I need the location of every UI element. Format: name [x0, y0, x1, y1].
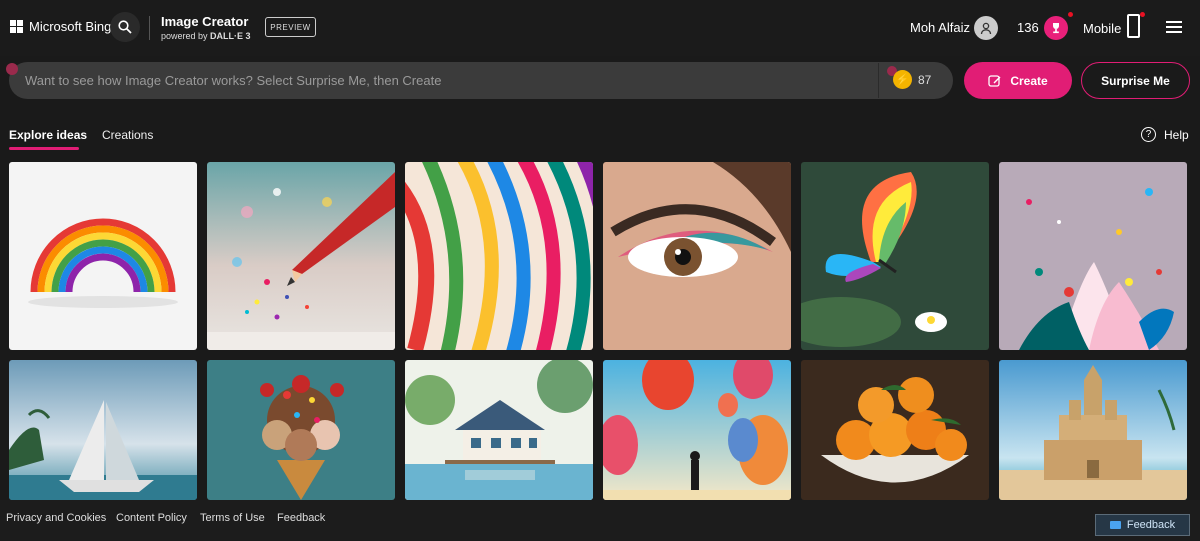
- prompt-bar: [9, 62, 953, 99]
- rewards-points[interactable]: 136: [1017, 20, 1039, 35]
- product-title-block[interactable]: Image Creator powered by DALL·E 3: [161, 14, 251, 41]
- create-icon: [988, 74, 1001, 87]
- feedback-button-label: Feedback: [1126, 519, 1176, 531]
- prompt-input[interactable]: [25, 62, 875, 99]
- chat-icon: [1109, 521, 1121, 529]
- search-icon: [118, 20, 132, 34]
- boost-counter[interactable]: ⚡ 87: [893, 70, 931, 89]
- footer-link-privacy[interactable]: Privacy and Cookies: [6, 512, 106, 524]
- brand-name: Microsoft Bing: [29, 19, 112, 34]
- footer-link-feedback[interactable]: Feedback: [277, 512, 325, 524]
- footer: Privacy and Cookies Content Policy Terms…: [0, 500, 1200, 541]
- tab-creations[interactable]: Creations: [102, 128, 153, 142]
- help-icon: ?: [1141, 127, 1156, 142]
- powered-by-text: powered by DALL·E 3: [161, 31, 251, 41]
- header-divider: [149, 16, 150, 40]
- phone-icon[interactable]: [1127, 14, 1140, 38]
- windows-logo-icon: [10, 20, 23, 33]
- bing-logo[interactable]: Microsoft Bing: [10, 19, 111, 34]
- gallery-image-colorful-ribbons[interactable]: [405, 162, 593, 350]
- top-bar: Microsoft Bing Image Creator powered by …: [0, 0, 1200, 56]
- active-tab-indicator: [9, 147, 79, 150]
- gallery-image-eye-makeup[interactable]: [603, 162, 791, 350]
- footer-link-terms[interactable]: Terms of Use: [200, 512, 265, 524]
- create-button[interactable]: Create: [964, 62, 1072, 99]
- mobile-notification-dot: [1140, 12, 1145, 17]
- prompt-indicator-dot: [6, 63, 18, 75]
- boost-divider: [878, 63, 879, 98]
- model-name: DALL·E 3: [210, 31, 251, 41]
- help-button[interactable]: ? Help: [1141, 127, 1189, 142]
- trophy-icon[interactable]: [1044, 16, 1068, 40]
- gallery-image-rainbow-butterfly[interactable]: [801, 162, 989, 350]
- gallery-image-orange-bowl[interactable]: [801, 360, 989, 500]
- search-button[interactable]: [110, 12, 140, 42]
- hamburger-menu-icon[interactable]: [1166, 21, 1182, 33]
- gallery-image-paper-sailboat[interactable]: [9, 360, 197, 500]
- boost-count: 87: [918, 72, 932, 87]
- preview-badge: PREVIEW: [265, 17, 316, 37]
- gallery-image-lake-house[interactable]: [405, 360, 593, 500]
- feedback-button[interactable]: Feedback: [1095, 514, 1190, 536]
- gallery-image-hot-air-balloons[interactable]: [603, 360, 791, 500]
- mobile-label[interactable]: Mobile: [1083, 21, 1121, 36]
- surprise-me-button[interactable]: Surprise Me: [1081, 62, 1190, 99]
- lightning-icon: ⚡: [893, 70, 912, 89]
- gallery-image-paper-rainbow[interactable]: [9, 162, 197, 350]
- user-avatar-icon[interactable]: [974, 16, 998, 40]
- help-label: Help: [1164, 127, 1189, 142]
- gallery-image-ice-cream-cone[interactable]: [207, 360, 395, 500]
- product-title: Image Creator: [161, 14, 249, 29]
- footer-link-content-policy[interactable]: Content Policy: [116, 512, 187, 524]
- gallery-image-paint-splash[interactable]: [999, 162, 1187, 350]
- user-name[interactable]: Moh Alfaiz: [910, 20, 970, 35]
- rewards-notification-dot: [1068, 12, 1073, 17]
- tab-explore-ideas[interactable]: Explore ideas: [9, 128, 87, 142]
- gallery-image-pencil-glitter[interactable]: [207, 162, 395, 350]
- gallery-image-sand-castle[interactable]: [999, 360, 1187, 500]
- create-label: Create: [1010, 73, 1048, 88]
